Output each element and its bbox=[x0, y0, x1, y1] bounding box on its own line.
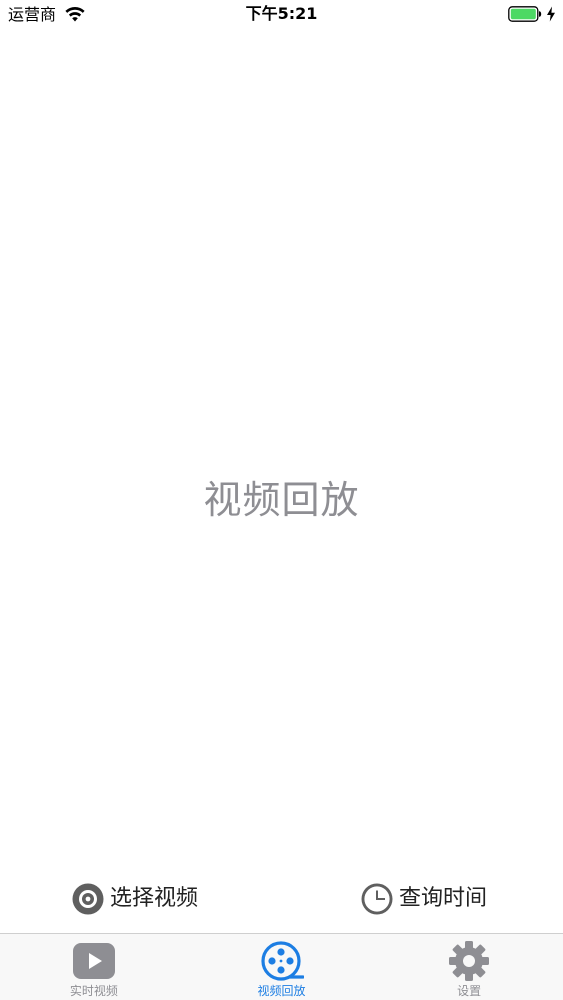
app-screen: 运营商 下午5:21 视频回放 选择视频 查询时间 实时视频 视频回放 设置 bbox=[0, 0, 563, 1000]
status-bar: 运营商 下午5:21 bbox=[0, 0, 563, 30]
tab-live-video-label: 实时视频 bbox=[69, 984, 118, 998]
select-video-label: 选择视频 bbox=[110, 886, 199, 911]
page-title: 视频回放 bbox=[203, 478, 360, 522]
query-time-button[interactable]: 查询时间 bbox=[361, 880, 487, 918]
select-video-button[interactable]: 选择视频 bbox=[72, 880, 198, 918]
play-icon bbox=[72, 940, 116, 982]
status-time: 下午5:21 bbox=[245, 4, 318, 23]
tab-video-playback[interactable]: 视频回放 bbox=[188, 934, 376, 1000]
query-time-label: 查询时间 bbox=[399, 886, 488, 911]
tab-video-playback-label: 视频回放 bbox=[257, 984, 306, 998]
tab-settings-label: 设置 bbox=[457, 984, 482, 998]
tab-bar: 实时视频 视频回放 设置 bbox=[0, 933, 563, 1000]
gear-icon bbox=[447, 940, 491, 982]
film-reel-icon bbox=[260, 940, 304, 982]
clock-icon bbox=[361, 883, 393, 915]
charging-icon bbox=[547, 6, 555, 22]
battery-icon bbox=[508, 6, 542, 22]
tab-settings[interactable]: 设置 bbox=[375, 934, 563, 1000]
disc-icon bbox=[72, 883, 104, 915]
tab-live-video[interactable]: 实时视频 bbox=[0, 934, 188, 1000]
